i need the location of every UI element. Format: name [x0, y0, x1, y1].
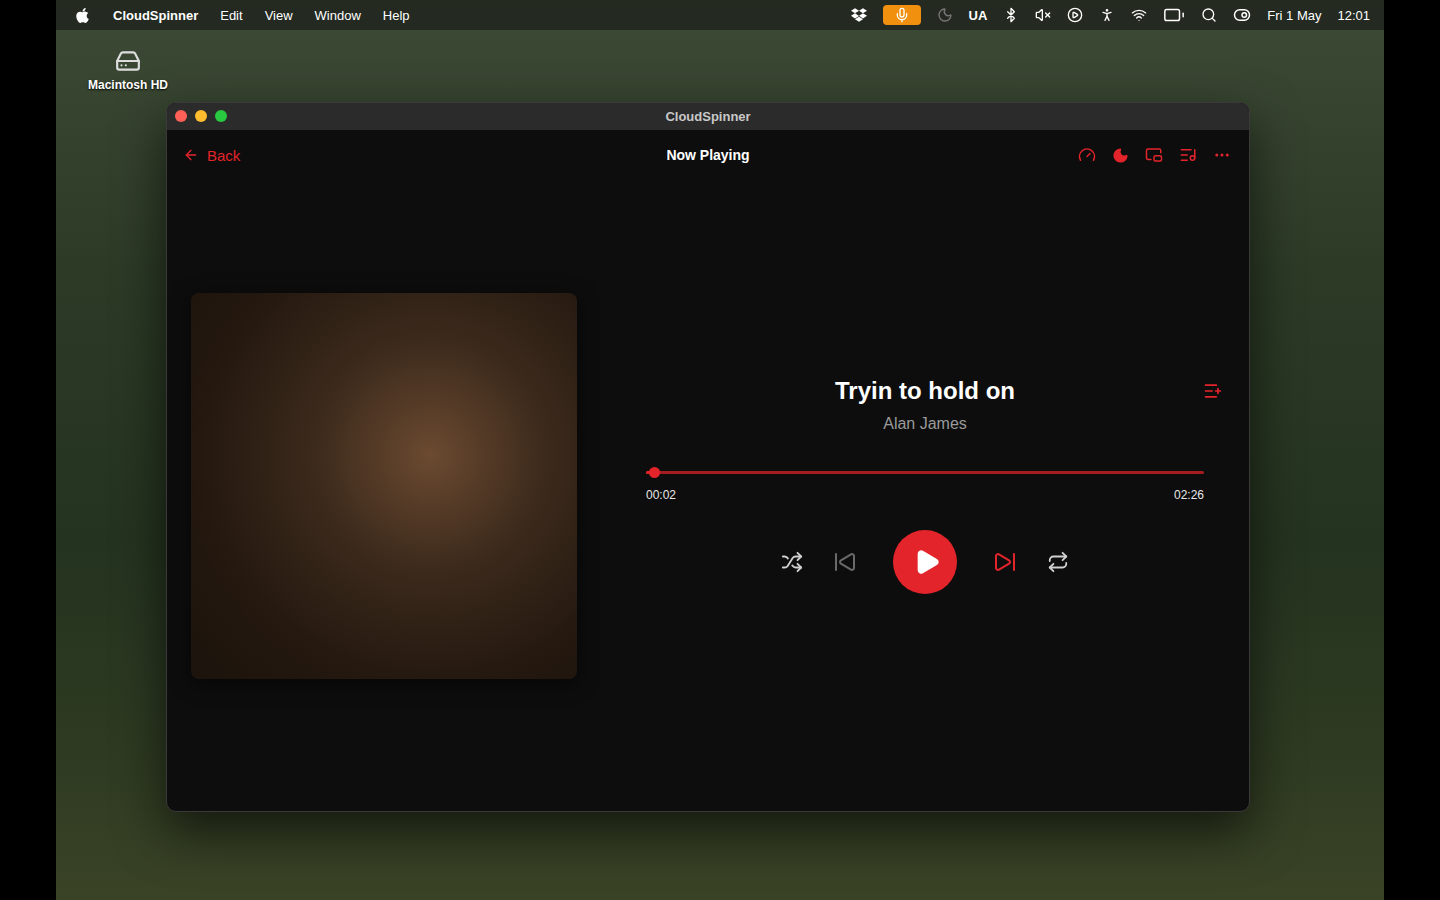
more-button[interactable]: [1211, 144, 1233, 166]
mini-player-button[interactable]: [1143, 144, 1165, 166]
next-button[interactable]: [991, 548, 1019, 576]
menu-date[interactable]: Fri 1 May: [1267, 6, 1321, 25]
list-music-icon: [1179, 146, 1197, 164]
gauge-icon: [1078, 146, 1096, 164]
window-title: CloudSpinner: [665, 109, 750, 124]
toolbar: Back Now Playing: [167, 130, 1249, 180]
apple-icon[interactable]: [74, 7, 91, 24]
screen: CloudSpinner Edit View Window Help UA Fri 1 Ma…: [0, 0, 1440, 900]
previous-button[interactable]: [831, 548, 859, 576]
arrow-left-icon: [183, 147, 199, 163]
duration: 02:26: [1174, 488, 1204, 502]
now-playing-icon[interactable]: [1067, 7, 1083, 23]
title-bar: CloudSpinner: [167, 103, 1249, 130]
menu-item[interactable]: Edit: [220, 6, 242, 25]
minimize-button[interactable]: [195, 110, 207, 122]
shuffle-icon: [781, 551, 803, 573]
keyboard-layout[interactable]: UA: [969, 6, 988, 25]
bluetooth-icon[interactable]: [1003, 7, 1019, 23]
zoom-button[interactable]: [215, 110, 227, 122]
spotlight-icon[interactable]: [1201, 7, 1217, 23]
accessibility-icon[interactable]: [1099, 7, 1115, 23]
progress-bar[interactable]: [646, 471, 1204, 474]
speed-button[interactable]: [1076, 144, 1098, 166]
app-window: CloudSpinner Back Now Playing Tryin to hold…: [166, 102, 1250, 812]
skip-forward-icon: [993, 550, 1017, 574]
play-button[interactable]: [893, 530, 957, 594]
focus-icon[interactable]: [937, 7, 953, 23]
track-artist: Alan James: [625, 415, 1225, 433]
ellipsis-icon: [1213, 146, 1231, 164]
playback-controls: [625, 530, 1225, 594]
picture-in-picture-icon: [1145, 146, 1163, 164]
moon-icon: [1112, 147, 1129, 164]
album-art: [191, 293, 577, 679]
skip-back-icon: [833, 550, 857, 574]
close-button[interactable]: [175, 110, 187, 122]
desktop-icon[interactable]: Macintosh HD: [80, 48, 176, 92]
menu-bar: CloudSpinner Edit View Window Help UA Fri 1 Ma…: [56, 0, 1384, 30]
control-center-icon[interactable]: [1233, 6, 1251, 24]
player-panel: Tryin to hold on Alan James 00:02 02:26: [577, 377, 1225, 594]
add-to-playlist-button[interactable]: [1201, 379, 1225, 403]
repeat-icon: [1047, 551, 1069, 573]
dropbox-icon[interactable]: [851, 7, 867, 23]
shuffle-button[interactable]: [779, 549, 805, 575]
play-icon: [913, 548, 941, 576]
microphone-indicator[interactable]: [883, 5, 921, 25]
menu-item[interactable]: Window: [315, 6, 361, 25]
menu-item[interactable]: View: [265, 6, 293, 25]
microphone-icon: [894, 7, 910, 23]
wifi-icon[interactable]: [1131, 7, 1147, 23]
page-title: Now Playing: [666, 147, 749, 163]
track-title: Tryin to hold on: [665, 377, 1185, 405]
sleep-timer-button[interactable]: [1110, 145, 1131, 166]
app-menu[interactable]: CloudSpinner: [113, 6, 198, 25]
list-plus-icon: [1203, 381, 1223, 401]
volume-muted-icon[interactable]: [1035, 7, 1051, 23]
now-playing: Tryin to hold on Alan James 00:02 02:26: [167, 180, 1249, 811]
hard-drive-icon: [115, 48, 141, 74]
back-button[interactable]: Back: [183, 143, 240, 168]
menu-item[interactable]: Help: [383, 6, 410, 25]
battery-icon[interactable]: [1163, 4, 1185, 26]
elapsed-time: 00:02: [646, 488, 676, 502]
desktop: CloudSpinner Edit View Window Help UA Fri 1 Ma…: [56, 0, 1384, 900]
progress-knob[interactable]: [649, 467, 660, 478]
queue-button[interactable]: [1177, 144, 1199, 166]
repeat-button[interactable]: [1045, 549, 1071, 575]
menu-time[interactable]: 12:01: [1337, 6, 1370, 25]
